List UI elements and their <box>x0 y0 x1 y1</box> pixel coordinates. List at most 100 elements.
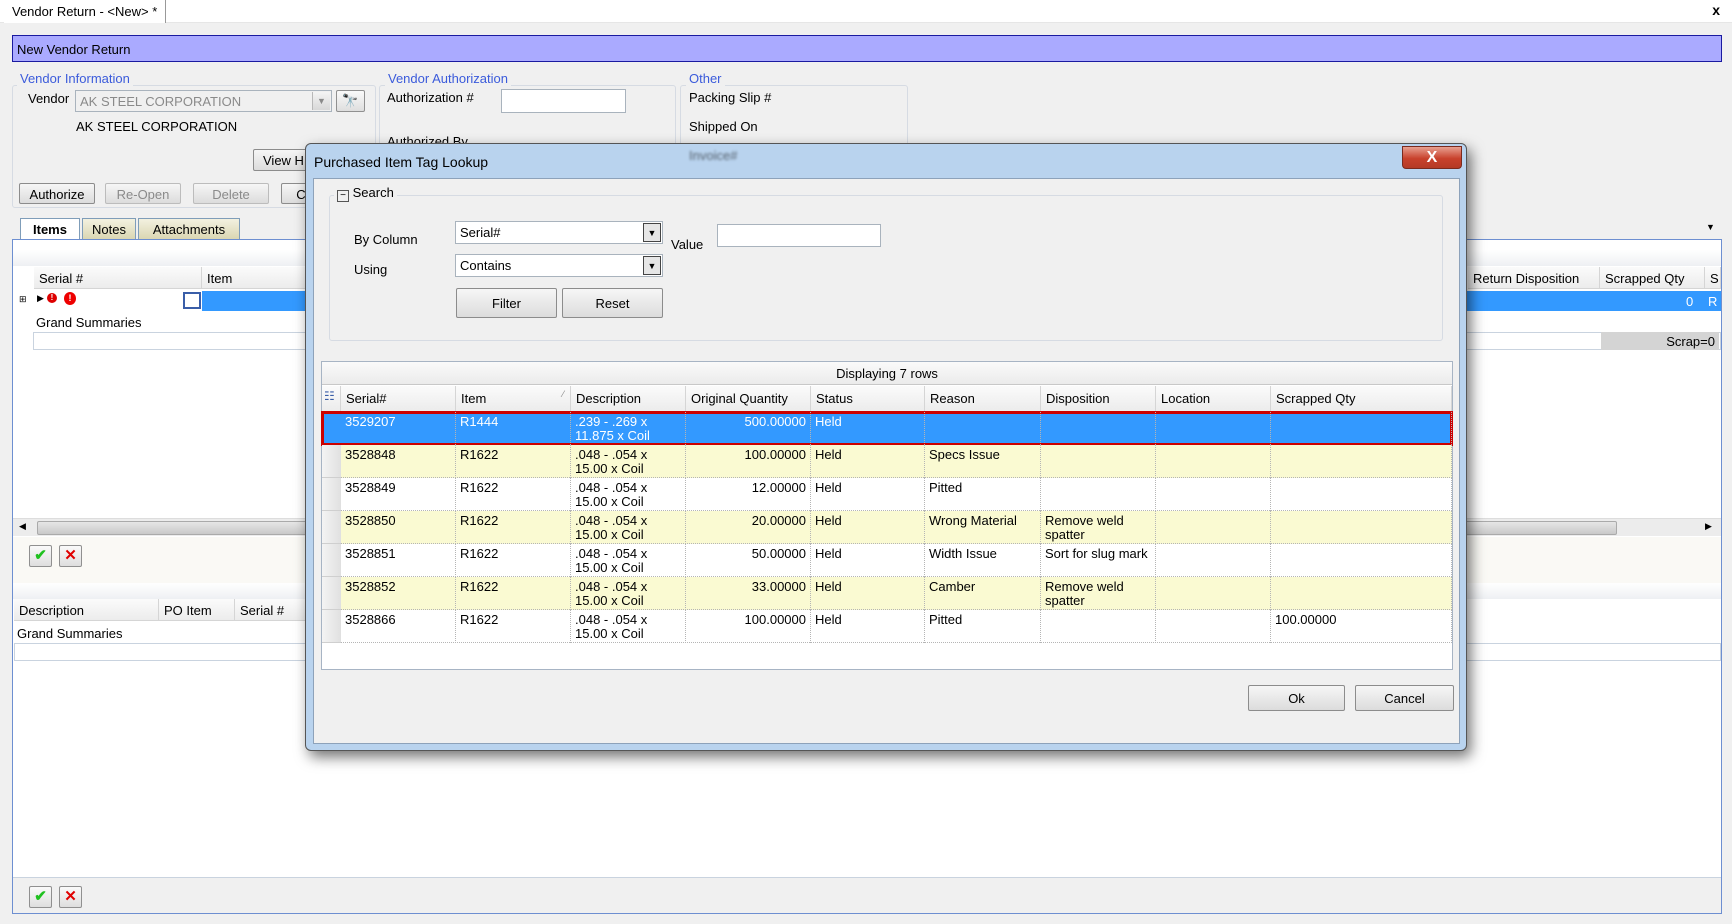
column-header-original-quantity[interactable]: Original Quantity <box>686 386 811 412</box>
page-title: New Vendor Return <box>12 35 1722 62</box>
row-indicator[interactable] <box>322 511 341 544</box>
error-icon: ! <box>64 292 76 305</box>
vendor-authorization-legend: Vendor Authorization <box>385 71 511 86</box>
location-cell <box>1156 412 1271 445</box>
expand-icon[interactable]: ⊞ <box>19 294 27 305</box>
disposition-cell: Remove weld spatter <box>1041 577 1156 610</box>
chevron-down-icon[interactable]: ▼ <box>312 92 330 110</box>
scrapped-qty-cell: 0 <box>1686 294 1694 309</box>
serial-cell: 3528866 <box>341 610 456 643</box>
error-icon: ! <box>47 293 57 303</box>
column-header-description[interactable]: Description <box>571 386 686 412</box>
value-input[interactable] <box>717 224 881 247</box>
original-quantity-cell: 33.00000 <box>686 577 811 610</box>
chevron-down-icon[interactable]: ▼ <box>643 256 661 275</box>
serial-cell: 3528848 <box>341 445 456 478</box>
scrapped-qty-cell <box>1271 544 1452 577</box>
close-icon[interactable]: ✕ <box>59 545 82 567</box>
status-cell: Held <box>811 445 925 478</box>
disposition-cell <box>1041 610 1156 643</box>
row-pointer-icon: ▶ <box>37 293 44 303</box>
delete-button[interactable]: Delete <box>193 183 269 204</box>
original-quantity-cell: 100.00000 <box>686 610 811 643</box>
column-header-scrapped-qty[interactable]: Scrapped Qty <box>1600 267 1705 289</box>
scrap-summary: Scrap=0 <box>1601 332 1719 350</box>
view-history-button[interactable]: View H <box>253 149 313 171</box>
row-indicator[interactable] <box>322 478 341 511</box>
binoculars-icon[interactable]: 🔭 <box>336 90 365 112</box>
column-header-return-disposition[interactable]: Return Disposition <box>1468 267 1600 289</box>
description-cell: .239 - .269 x 11.875 x Coil <box>571 412 686 445</box>
item-cell: R1622 <box>456 544 571 577</box>
chevron-down-icon[interactable]: ▼ <box>1706 222 1715 232</box>
table-row[interactable]: 3528849 R1622.048 - .054 x 15.00 x Coil 12.… <box>341 478 1452 511</box>
column-chooser-icon[interactable]: ☷ <box>322 386 341 412</box>
reset-button[interactable]: Reset <box>562 288 663 318</box>
authorization-input[interactable] <box>501 89 626 113</box>
row-indicator[interactable] <box>322 544 341 577</box>
description-line: 15.00 x Coil <box>575 494 644 509</box>
table-row[interactable]: 3528851 R1622.048 - .054 x 15.00 x Coil 50.… <box>341 544 1452 577</box>
search-legend[interactable]: − Search <box>334 185 397 202</box>
document-tab[interactable]: Vendor Return - <New> * <box>4 0 167 23</box>
tab-items[interactable]: Items <box>20 218 80 241</box>
location-cell <box>1156 610 1271 643</box>
grand-summaries-label: Grand Summaries <box>17 626 123 641</box>
column-header-reason[interactable]: Reason <box>925 386 1041 412</box>
column-header-serial[interactable]: Serial # <box>235 599 315 621</box>
column-header-item[interactable]: Item <box>202 267 322 289</box>
column-header-description[interactable]: Description <box>14 599 159 621</box>
reopen-button[interactable]: Re-Open <box>105 183 181 204</box>
check-icon[interactable]: ✔ <box>29 886 52 908</box>
column-header-serial[interactable]: Serial# <box>341 386 456 412</box>
packing-slip-label: Packing Slip # <box>689 90 772 105</box>
close-icon[interactable]: ✕ <box>59 886 82 908</box>
authorize-button[interactable]: Authorize <box>19 183 95 204</box>
item-cell: R1622 <box>456 445 571 478</box>
dialog-close-button[interactable]: X <box>1402 146 1462 169</box>
table-row[interactable]: 3528852 R1622.048 - .054 x 15.00 x Coil 33.… <box>341 577 1452 610</box>
collapse-icon[interactable]: − <box>337 190 349 202</box>
table-row[interactable]: 3529207 R1444.239 - .269 x 11.875 x Coil 50… <box>321 411 1453 446</box>
column-header-po-item[interactable]: PO Item <box>159 599 235 621</box>
tab-notes[interactable]: Notes <box>82 218 136 240</box>
scrapped-qty-cell: 100.00000 <box>1271 610 1452 643</box>
column-header-status[interactable]: Status <box>811 386 925 412</box>
scroll-right-icon[interactable]: ▶ <box>1705 521 1712 532</box>
vendor-combo-value: AK STEEL CORPORATION <box>80 94 242 109</box>
shipped-on-label: Shipped On <box>689 119 758 134</box>
row-indicator[interactable] <box>322 610 341 643</box>
column-header-item[interactable]: Item ⁄ <box>456 386 571 412</box>
check-icon[interactable]: ✔ <box>29 545 52 567</box>
status-cell: Held <box>811 412 925 445</box>
table-row[interactable]: 3528848 R1622.048 - .054 x 15.00 x Coil 100… <box>341 445 1452 478</box>
column-header-serial[interactable]: Serial # <box>34 267 202 289</box>
description-line: .048 - .054 x <box>575 612 648 627</box>
filter-button[interactable]: Filter <box>456 288 557 318</box>
row-indicator[interactable] <box>322 577 341 610</box>
row-edit-cell[interactable] <box>183 292 201 309</box>
cancel-button[interactable]: Cancel <box>1355 685 1454 711</box>
authorization-label: Authorization # <box>387 90 474 105</box>
description-line: 15.00 x Coil <box>575 461 644 476</box>
table-row[interactable]: 3528866 R1622.048 - .054 x 15.00 x Coil 100… <box>341 610 1452 643</box>
ok-button[interactable]: Ok <box>1248 685 1345 711</box>
tab-attachments[interactable]: Attachments <box>138 218 240 240</box>
scroll-left-icon[interactable]: ◀ <box>19 521 26 532</box>
row-indicator[interactable] <box>322 445 341 478</box>
column-header-location[interactable]: Location <box>1156 386 1271 412</box>
disposition-cell <box>1041 445 1156 478</box>
search-legend-label: Search <box>352 185 394 200</box>
column-header-disposition[interactable]: Disposition <box>1041 386 1156 412</box>
close-icon[interactable]: x <box>1712 2 1720 18</box>
vendor-combo[interactable]: AK STEEL CORPORATION ▼ <box>75 90 332 112</box>
description-line: 11.875 x Coil <box>575 428 650 443</box>
grid-status: Displaying 7 rows <box>322 362 1452 385</box>
column-header-s[interactable]: S <box>1705 267 1721 289</box>
chevron-down-icon[interactable]: ▼ <box>643 223 661 242</box>
using-select[interactable]: Contains ▼ <box>455 254 663 277</box>
column-header-scrapped-qty[interactable]: Scrapped Qty <box>1271 386 1452 412</box>
by-column-select[interactable]: Serial# ▼ <box>455 221 663 244</box>
table-row[interactable]: 3528850 R1622.048 - .054 x 15.00 x Coil 20.… <box>341 511 1452 544</box>
description-line: .048 - .054 x <box>575 447 648 462</box>
